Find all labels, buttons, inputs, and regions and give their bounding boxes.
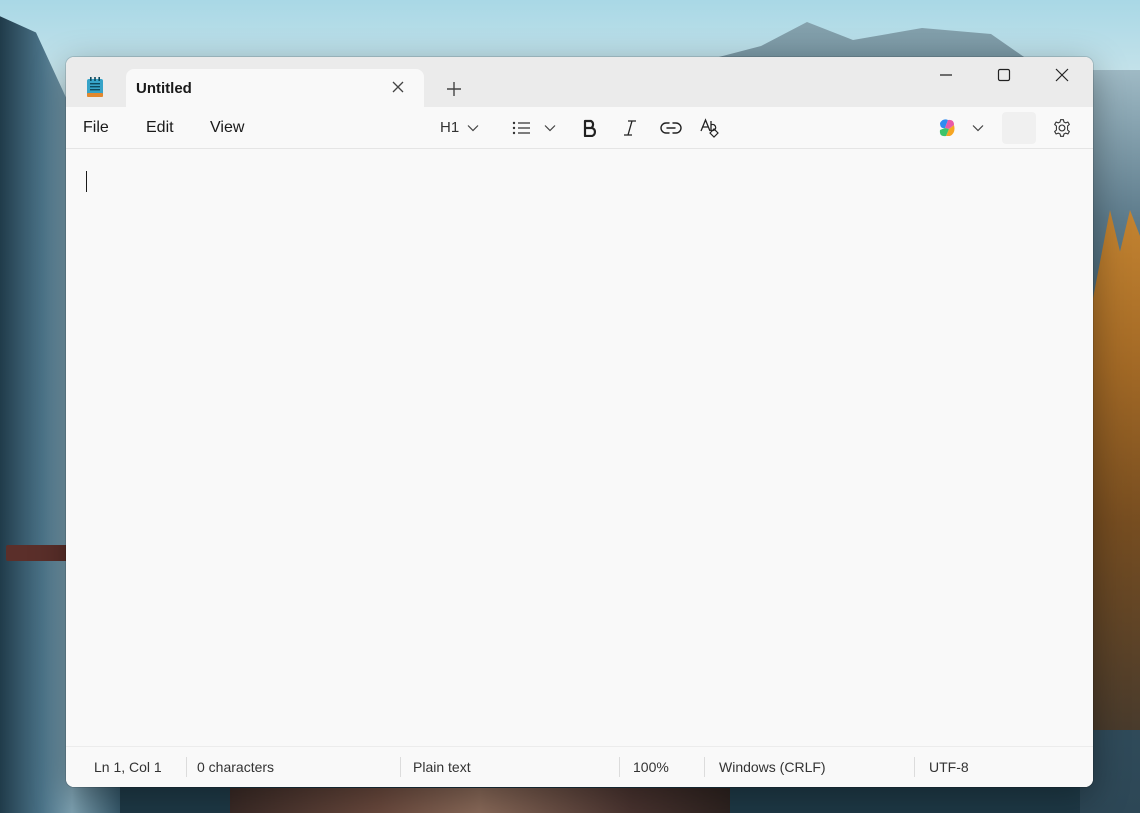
title-bar[interactable]: Untitled (66, 57, 1093, 107)
spellcheck-icon (700, 117, 719, 138)
spellcheck-button[interactable] (700, 107, 722, 148)
status-separator (619, 757, 620, 777)
menu-edit[interactable]: Edit (146, 119, 174, 137)
new-tab-button[interactable] (444, 79, 464, 99)
heading-label: H1 (440, 119, 460, 136)
cursor-position[interactable]: Ln 1, Col 1 (94, 759, 162, 775)
menu-view[interactable]: View (210, 119, 244, 137)
copilot-dropdown[interactable] (936, 107, 984, 148)
text-editor[interactable] (66, 149, 1093, 747)
list-dropdown[interactable] (512, 107, 556, 148)
heading-dropdown[interactable]: H1 (440, 107, 479, 148)
wallpaper-autumn-trees (1090, 210, 1140, 730)
notepad-icon (86, 76, 104, 98)
status-separator (704, 757, 705, 777)
minimize-button[interactable] (917, 57, 975, 93)
settings-button[interactable] (1052, 107, 1072, 148)
bold-button[interactable] (582, 107, 598, 148)
tab-untitled[interactable]: Untitled (126, 69, 424, 107)
text-caret (86, 171, 87, 192)
status-separator (186, 757, 187, 777)
notepad-window: Untitled File Edit View H1 Ln 1, Col 1 0… (66, 57, 1093, 787)
zoom-level[interactable]: 100% (633, 759, 669, 775)
chevron-down-icon (544, 124, 556, 131)
maximize-button[interactable] (975, 57, 1033, 93)
status-bar: Ln 1, Col 1 0 characters Plain text 100%… (66, 746, 1093, 787)
chevron-down-icon (972, 124, 984, 131)
status-separator (914, 757, 915, 777)
account-button[interactable] (1002, 112, 1036, 144)
encoding[interactable]: UTF-8 (929, 759, 969, 775)
close-icon (1055, 68, 1069, 82)
wallpaper-boat (6, 545, 68, 561)
chevron-down-icon (467, 124, 479, 131)
menu-bar: File Edit View H1 (66, 107, 1093, 149)
line-endings[interactable]: Windows (CRLF) (719, 759, 826, 775)
close-window-button[interactable] (1033, 57, 1091, 93)
text-format[interactable]: Plain text (413, 759, 471, 775)
menu-file[interactable]: File (83, 119, 109, 137)
wallpaper-dock (230, 788, 730, 813)
italic-button[interactable] (622, 107, 638, 148)
status-separator (400, 757, 401, 777)
bulleted-list-icon (512, 121, 530, 134)
gear-icon (1054, 118, 1070, 137)
minimize-icon (940, 74, 952, 76)
link-button[interactable] (660, 107, 682, 148)
italic-icon (624, 119, 636, 136)
bold-icon (583, 119, 596, 137)
tab-title: Untitled (136, 80, 192, 97)
maximize-icon (997, 68, 1011, 82)
copilot-icon (939, 118, 955, 136)
close-tab-icon[interactable] (390, 79, 406, 95)
character-count: 0 characters (197, 759, 275, 775)
link-icon (660, 121, 682, 134)
